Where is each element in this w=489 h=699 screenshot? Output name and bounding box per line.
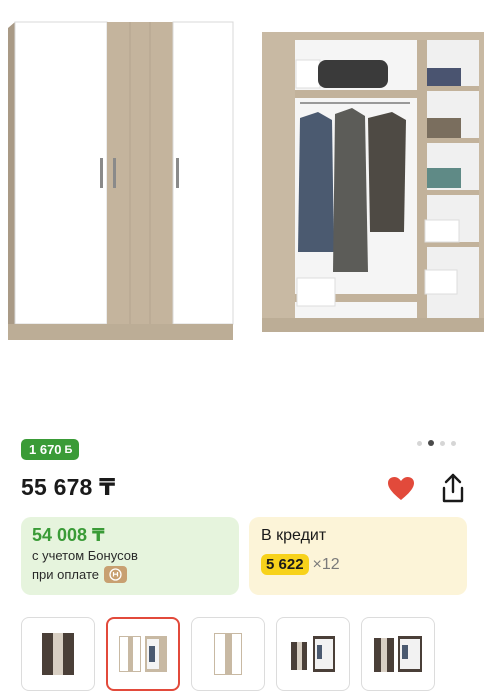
wardrobe-thumbnail-image (119, 636, 167, 672)
payment-method-icon (103, 566, 127, 583)
thumbnail-gallery (21, 617, 435, 691)
credit-card[interactable]: В кредит 5 622 ×12 (249, 517, 467, 595)
wardrobe-thumbnail-image (214, 633, 242, 675)
bonus-note-line1: с учетом Бонусов (32, 548, 138, 563)
bonus-price-card[interactable]: 54 008 ₸ с учетом Бонусов при оплате (21, 517, 239, 595)
wardrobe-open (262, 32, 484, 332)
heart-icon (388, 477, 414, 500)
wardrobe-closed (8, 21, 234, 340)
thumbnail-1[interactable] (21, 617, 95, 691)
thumbnail-5[interactable] (361, 617, 435, 691)
wardrobe-thumbnail-image (374, 636, 422, 672)
bonus-currency-icon: Б (64, 443, 73, 456)
pagination-dot-active[interactable] (428, 440, 434, 446)
wardrobe-thumbnail-image (291, 636, 335, 672)
product-price: 55 678 ₸ (21, 474, 116, 500)
wardrobe-thumbnail-image (42, 633, 74, 675)
bonus-badge: 1 670 Б (21, 439, 80, 460)
product-image[interactable] (0, 0, 489, 360)
credit-title: В кредит (261, 527, 327, 544)
credit-monthly-amount: 5 622 (261, 554, 309, 575)
pagination-dot[interactable] (440, 440, 445, 446)
share-icon (442, 473, 464, 503)
pagination-dot[interactable] (417, 440, 422, 446)
thumbnail-3[interactable] (191, 617, 265, 691)
bonus-price: 54 008 ₸ (32, 525, 105, 545)
thumbnail-4[interactable] (276, 617, 350, 691)
credit-multiplier: ×12 (312, 555, 340, 573)
share-button[interactable] (436, 470, 470, 506)
bonus-note-line2: при оплате (32, 567, 99, 582)
thumbnail-2[interactable] (106, 617, 180, 691)
pagination-dot[interactable] (451, 440, 456, 446)
favorite-button[interactable] (384, 474, 418, 504)
bonus-badge-amount: 1 670 (29, 442, 62, 457)
image-pagination (417, 440, 456, 446)
